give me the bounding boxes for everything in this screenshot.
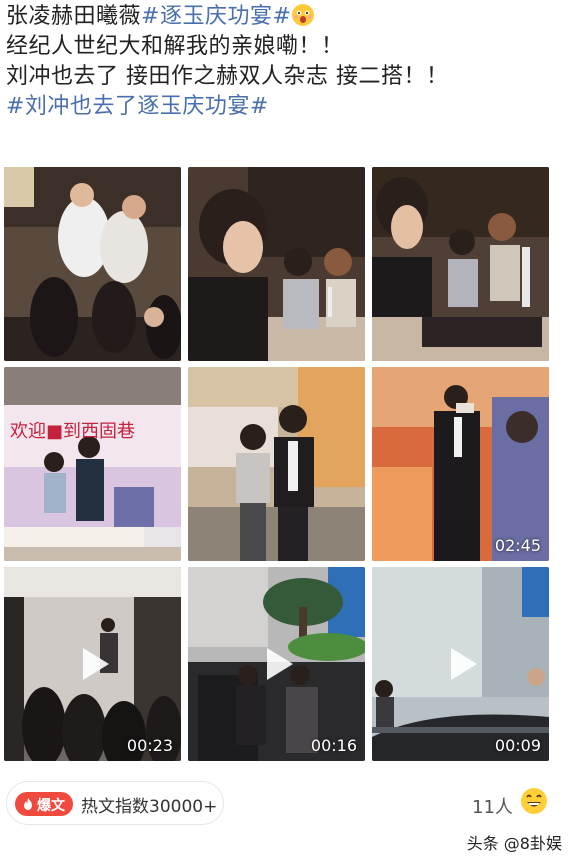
- post-footer: 爆文 热文指数30000+ 11人: [0, 777, 572, 827]
- flame-icon: [24, 798, 32, 810]
- video-duration: 00:16: [310, 736, 357, 755]
- video-duration: 00:23: [126, 736, 173, 755]
- play-icon: [266, 648, 293, 680]
- post-line-1: 张凌赫田曦薇#逐玉庆功宴#: [6, 2, 566, 32]
- video-duration: 00:09: [494, 736, 541, 755]
- post-line-3: 刘冲也去了 接田作之赫双人杂志 接二搭！！: [6, 64, 449, 89]
- photo-tile[interactable]: 欢迎■到西固巷: [4, 367, 181, 561]
- grinning-face-icon[interactable]: [520, 787, 548, 815]
- hashtag-link[interactable]: #逐玉庆功宴#: [141, 4, 291, 29]
- excited-face-icon: [292, 4, 315, 26]
- video-tile[interactable]: 00:23: [4, 567, 181, 761]
- video-duration: 02:45: [494, 536, 541, 555]
- photo-tile[interactable]: [4, 167, 181, 361]
- hashtag-link-2[interactable]: #刘冲也去了逐玉庆功宴#: [6, 92, 566, 122]
- video-tile[interactable]: 02:45: [372, 367, 549, 561]
- post-authors: 张凌赫田曦薇: [6, 4, 142, 29]
- post-text: 张凌赫田曦薇#逐玉庆功宴# 经纪人世纪大和解我的亲娘嘞！！ 刘冲也去了 接田作之…: [6, 2, 566, 122]
- like-count[interactable]: 11人: [472, 793, 513, 819]
- hot-badge: 爆文: [15, 792, 73, 816]
- cake-stage-photo: [4, 367, 181, 561]
- media-grid: 欢迎■到西固巷 02:45 00:23 00:16 00:09: [4, 167, 550, 763]
- hot-badge-label: 爆文: [37, 798, 65, 814]
- banquet-wide-photo: [372, 167, 549, 361]
- event-pair-photo: [188, 367, 365, 561]
- photo-tile[interactable]: [188, 367, 365, 561]
- hot-index-pill[interactable]: 爆文 热文指数30000+: [6, 781, 224, 825]
- photo-tile[interactable]: [372, 167, 549, 361]
- speech-stage-photo: [372, 367, 549, 561]
- photo-tile[interactable]: [188, 167, 365, 361]
- banquet-toast-photo: [4, 167, 181, 361]
- play-icon: [450, 648, 477, 680]
- banquet-profile-photo: [188, 167, 365, 361]
- video-tile[interactable]: 00:16: [188, 567, 365, 761]
- video-tile[interactable]: 00:09: [372, 567, 549, 761]
- post-line-2: 经纪人世纪大和解我的亲娘嘞！！: [6, 34, 344, 59]
- hot-index-label: 热文指数30000+: [81, 797, 218, 817]
- play-icon: [82, 648, 109, 680]
- watermark: 头条 @8卦娱: [466, 834, 562, 853]
- banner-text: 欢迎■到西固巷: [10, 421, 136, 442]
